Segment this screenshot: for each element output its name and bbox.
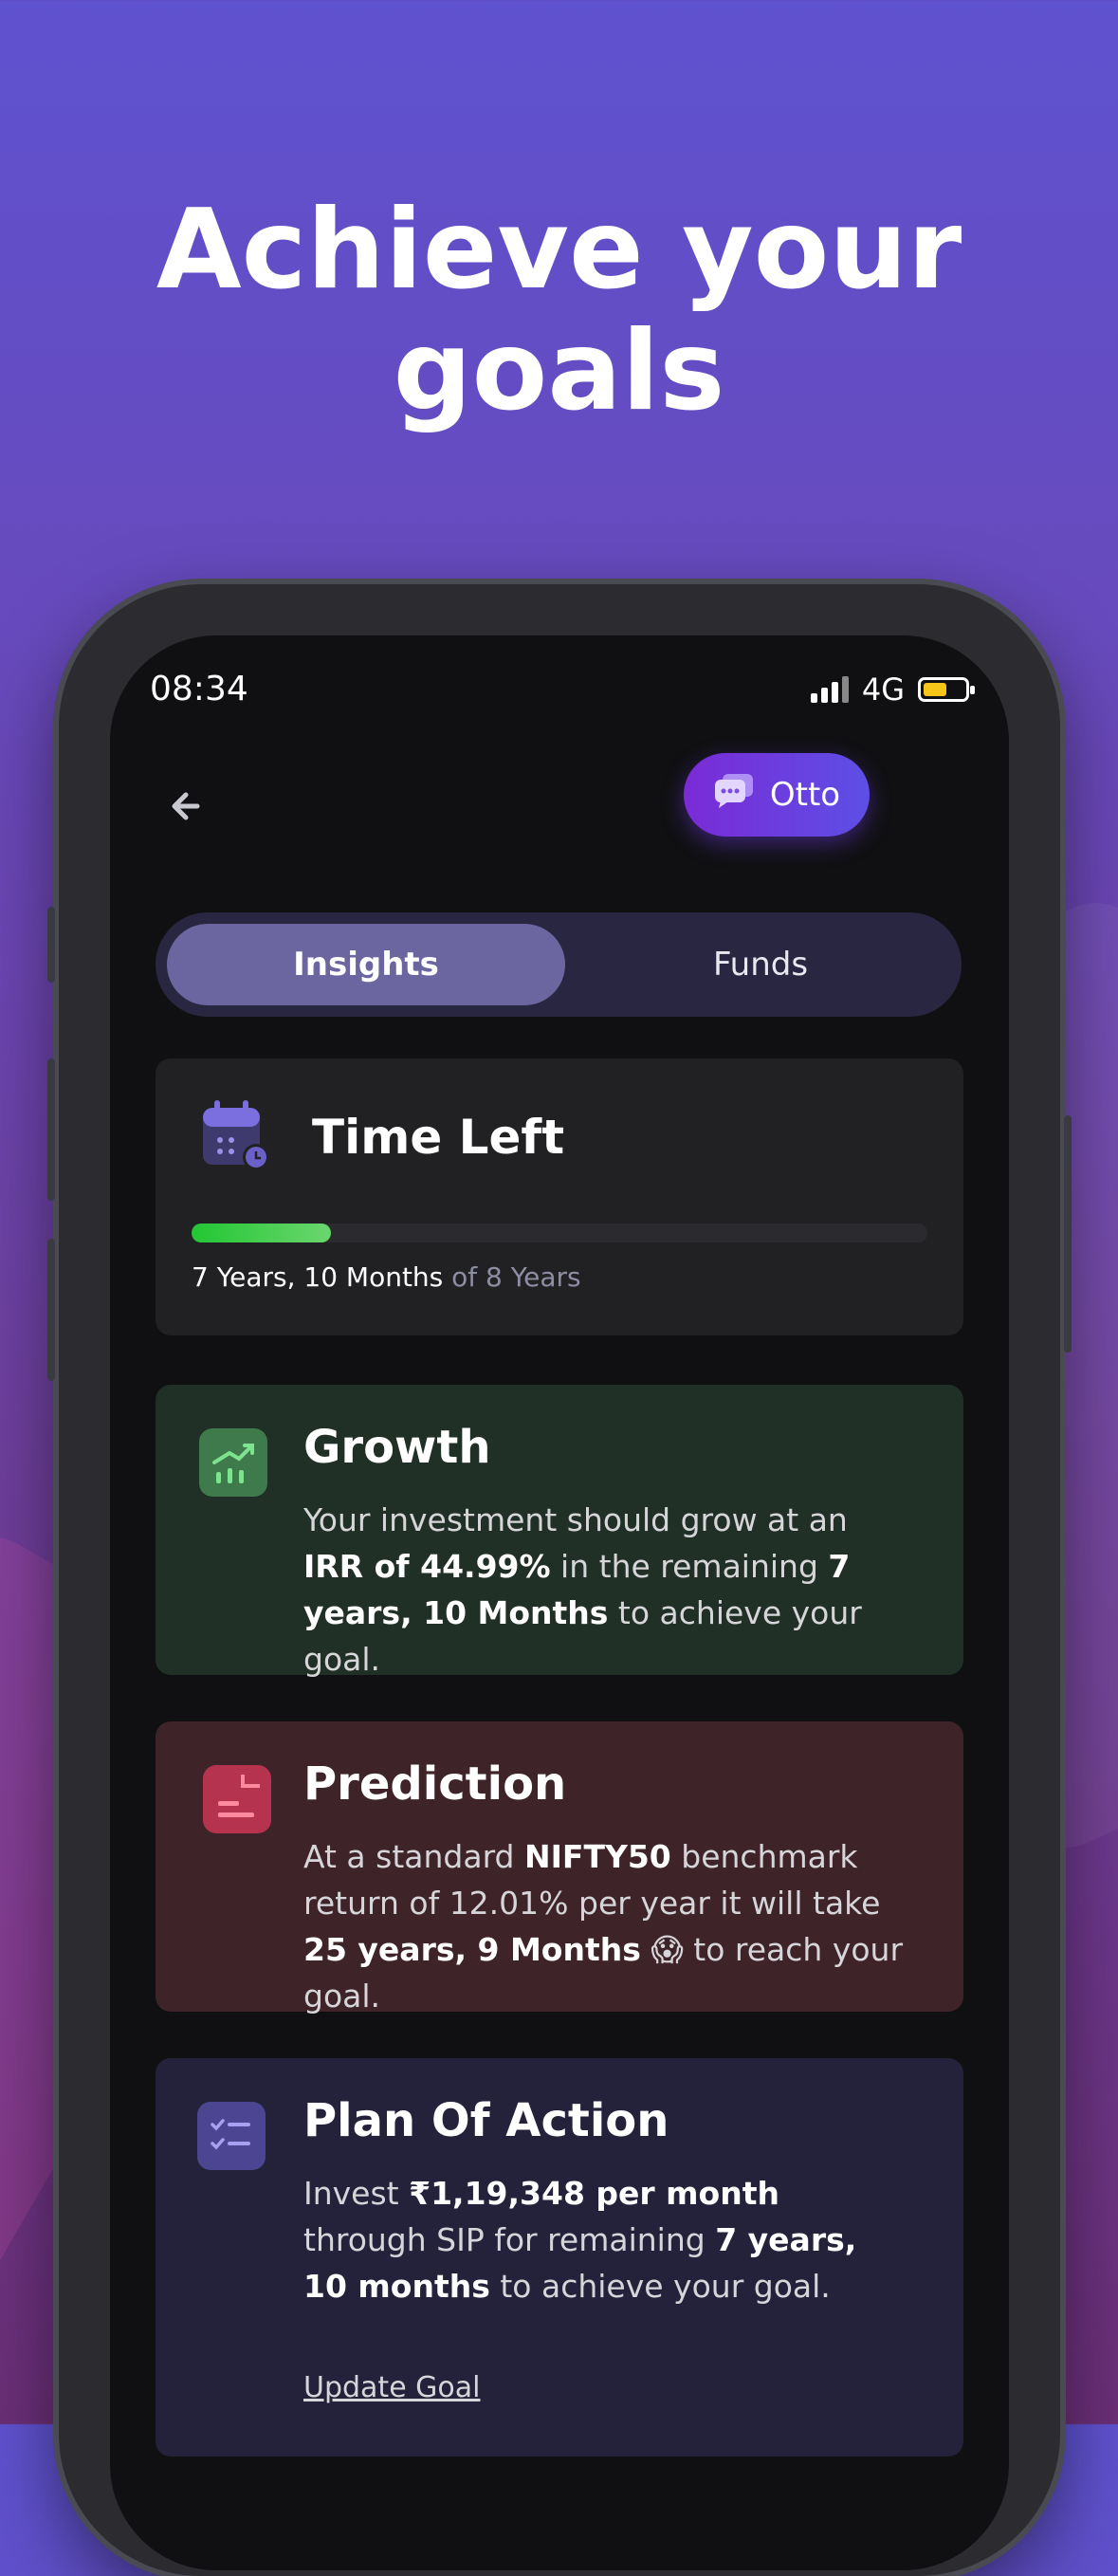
plan-text: to achieve your goal. (489, 2268, 831, 2305)
phone-side-button (47, 1058, 55, 1201)
tab-bar: Insights Funds (156, 912, 962, 1017)
growth-description: Your investment should grow at an IRR of… (303, 1497, 910, 1683)
growth-chart-icon (199, 1428, 267, 1497)
growth-text: in the remaining (550, 1548, 829, 1585)
plan-sip-amount: ₹1,19,348 per month (409, 2175, 779, 2212)
time-left-title: Time Left (312, 1110, 565, 1165)
tab-funds[interactable]: Funds (571, 924, 950, 1005)
plan-description: Invest ₹1,19,348 per month through SIP f… (303, 2170, 910, 2309)
prediction-document-icon (203, 1765, 271, 1833)
status-right: 4G (810, 672, 975, 708)
scream-emoji-icon: 😱 (651, 1931, 684, 1968)
back-arrow-icon[interactable] (157, 778, 214, 835)
growth-irr: IRR of 44.99% (303, 1548, 551, 1585)
phone-screen: 08:34 4G Otto Insights Funds Time Left 7… (110, 635, 1009, 2570)
headline-line-2: goals (393, 307, 725, 435)
phone-side-button (47, 907, 55, 983)
plan-title: Plan Of Action (303, 2094, 669, 2147)
otto-chat-button[interactable]: Otto (684, 753, 870, 837)
prediction-card: Prediction At a standard NIFTY50 benchma… (156, 1721, 963, 2015)
signal-icon (810, 676, 849, 703)
time-total: of 8 Years (451, 1261, 581, 1293)
growth-title: Growth (303, 1421, 491, 1474)
time-left-summary: 7 Years, 10 Months of 8 Years (192, 1261, 581, 1293)
time-left-card: Time Left 7 Years, 10 Months of 8 Years (156, 1058, 963, 1335)
plan-text: through SIP for remaining (303, 2221, 716, 2258)
prediction-text: At a standard (303, 1838, 524, 1875)
prediction-duration: 25 years, 9 Months (303, 1931, 641, 1968)
tab-insights[interactable]: Insights (167, 924, 565, 1005)
network-label: 4G (861, 672, 905, 708)
phone-side-button (1064, 1115, 1072, 1352)
time-progress-bar (192, 1224, 927, 1242)
battery-fill (924, 683, 946, 696)
page-headline: Achieve your goals (0, 190, 1118, 432)
plan-of-action-card: Plan Of Action Invest ₹1,19,348 per mont… (156, 2058, 963, 2456)
time-remaining: 7 Years, 10 Months (192, 1261, 444, 1293)
otto-label: Otto (769, 776, 841, 814)
phone-side-button (47, 1239, 55, 1381)
chat-bubble-icon (713, 772, 755, 819)
headline-line-1: Achieve your (156, 186, 962, 314)
battery-icon (918, 677, 975, 702)
status-bar: 08:34 4G (150, 670, 975, 715)
growth-text: Your investment should grow at an (303, 1501, 848, 1538)
phone-frame: 08:34 4G Otto Insights Funds Time Left 7… (47, 584, 1072, 2576)
prediction-benchmark: NIFTY50 (524, 1838, 671, 1875)
growth-card: Growth Your investment should grow at an… (156, 1385, 963, 1678)
checklist-icon (197, 2102, 266, 2170)
status-time: 08:34 (150, 670, 248, 708)
update-goal-link[interactable]: Update Goal (303, 2371, 481, 2404)
time-progress-fill (192, 1224, 332, 1242)
prediction-title: Prediction (303, 1757, 567, 1811)
calendar-icon (199, 1098, 269, 1170)
prediction-description: At a standard NIFTY50 benchmark return o… (303, 1833, 910, 2019)
plan-text: Invest (303, 2175, 410, 2212)
